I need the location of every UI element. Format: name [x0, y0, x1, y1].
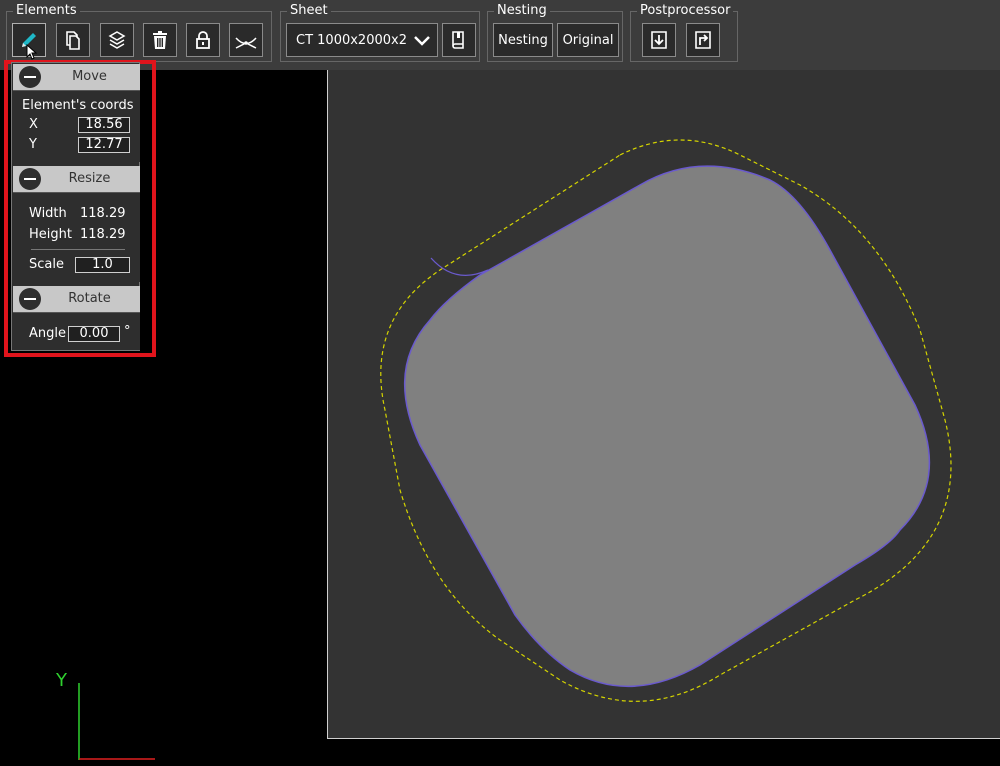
scale-input[interactable]: 1.0 [75, 257, 130, 273]
rotate-section-body: Angle 0.00 ° [13, 312, 140, 350]
scale-label: Scale [29, 257, 64, 272]
move-section-header[interactable]: Move [13, 64, 140, 90]
y-axis-label: Y [56, 670, 67, 691]
x-input[interactable]: 18.56 [78, 117, 130, 133]
angle-label: Angle [29, 326, 66, 341]
collapse-rotate-icon[interactable] [19, 288, 41, 310]
angle-unit: ° [124, 324, 131, 339]
width-label: Width [29, 206, 67, 221]
collapse-resize-icon[interactable] [19, 168, 41, 190]
height-label: Height [29, 227, 72, 242]
rotate-section-title: Rotate [68, 291, 111, 306]
angle-input[interactable]: 0.00 [68, 326, 120, 342]
resize-section-header[interactable]: Resize [13, 166, 140, 192]
y-input[interactable]: 12.77 [78, 137, 130, 153]
move-section-title: Move [72, 69, 107, 84]
collapse-move-icon[interactable] [19, 66, 41, 88]
x-label: X [29, 117, 38, 132]
resize-section-body: Width 118.29 Height 118.29 Scale 1.0 [13, 192, 140, 282]
properties-panel: Move Element's coords X 18.56 Y 12.77 Re… [11, 62, 140, 351]
resize-section-title: Resize [68, 171, 111, 186]
y-label: Y [29, 137, 37, 152]
rotate-section-header[interactable]: Rotate [13, 286, 140, 312]
part-shape[interactable] [403, 165, 931, 687]
coords-subtitle: Element's coords [22, 98, 134, 113]
width-value: 118.29 [80, 206, 126, 221]
resize-divider [31, 249, 125, 250]
lead-in-arc [430, 257, 489, 276]
move-section-body: Element's coords X 18.56 Y 12.77 [13, 90, 140, 162]
height-value: 118.29 [80, 227, 126, 242]
